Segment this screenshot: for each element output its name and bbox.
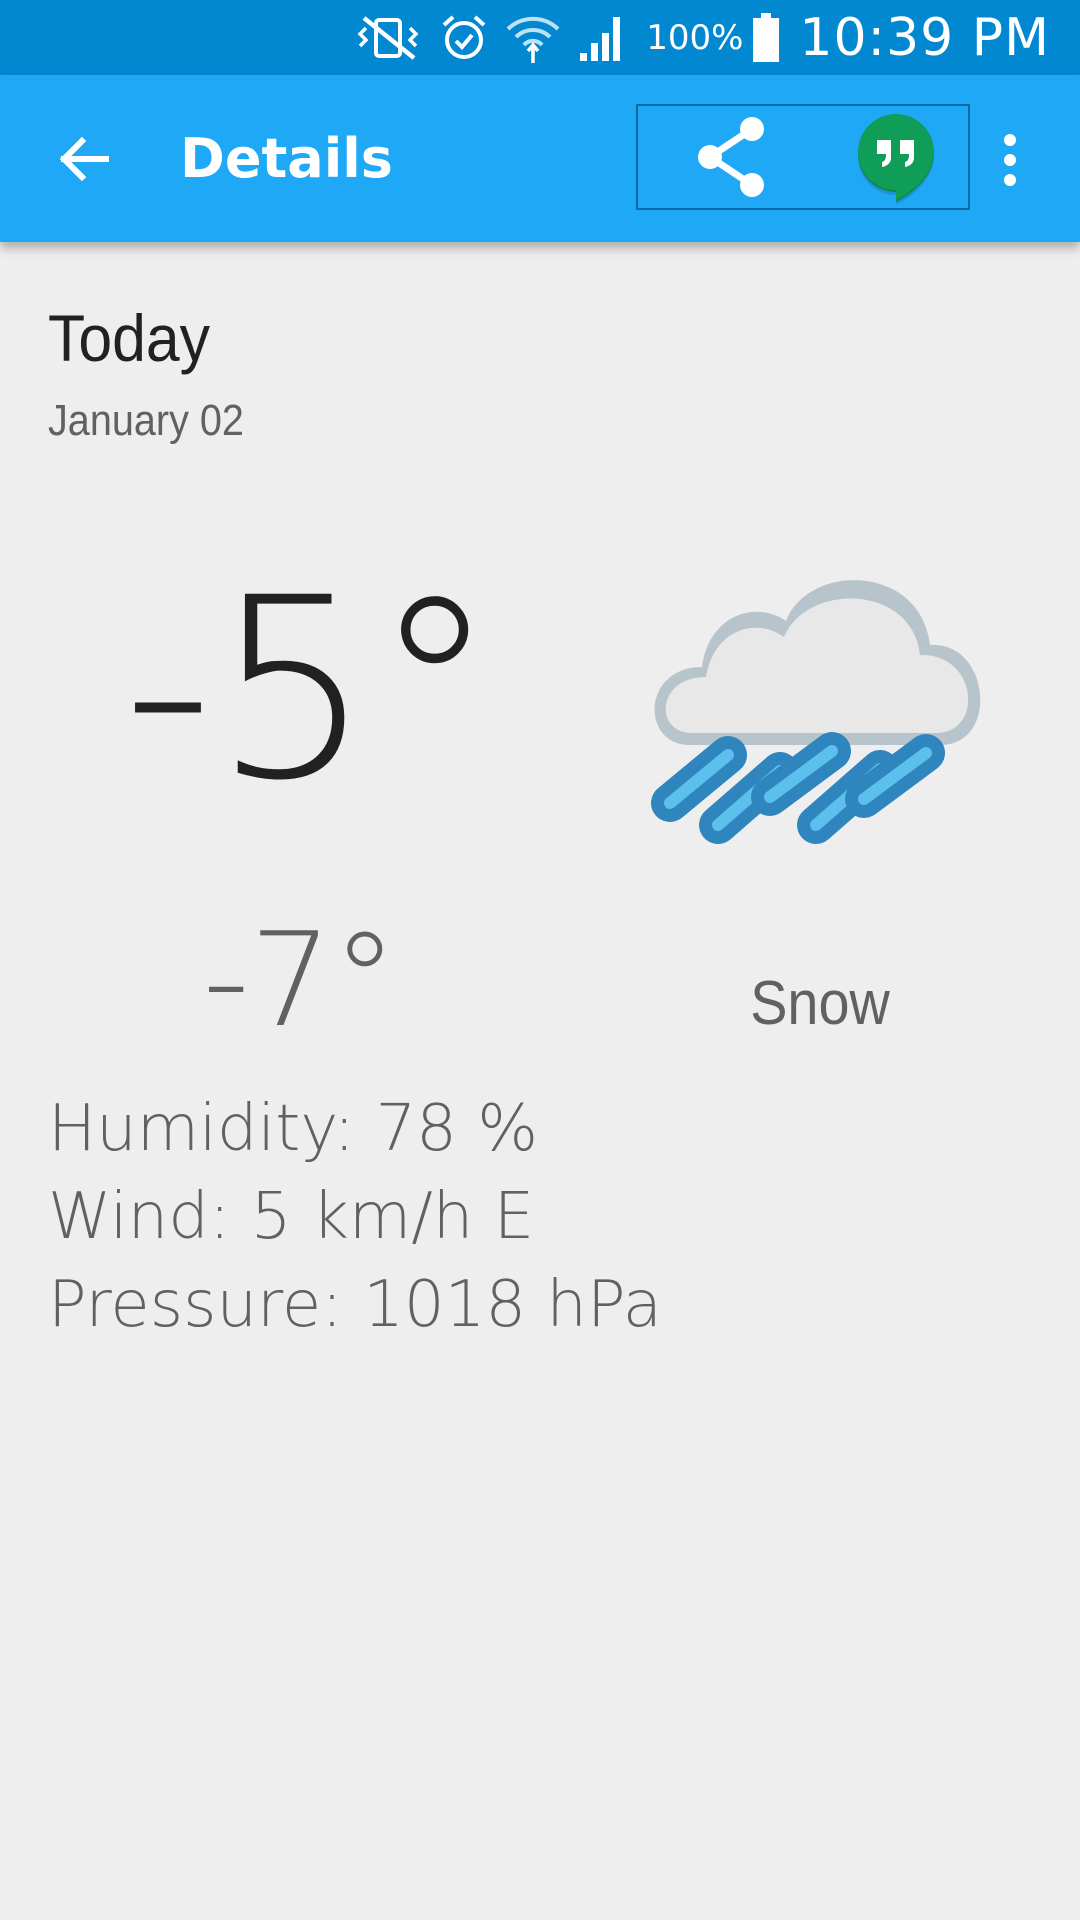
- battery-icon: [751, 12, 781, 63]
- low-temperature: -7°: [202, 904, 398, 1056]
- condition-label: Snow: [750, 969, 890, 1038]
- wifi-icon: [504, 11, 562, 65]
- alarm-icon: [440, 13, 488, 63]
- wind-text: Wind: 5 km/h E: [48, 1180, 535, 1254]
- status-clock: 10:39 PM: [799, 7, 1050, 68]
- status-icons: 100% 10:39 PM: [336, 0, 1050, 75]
- page-title: Details: [180, 127, 393, 190]
- high-temperature: -5°: [122, 544, 498, 835]
- overflow-menu-button[interactable]: [980, 110, 1040, 210]
- signal-icon: [578, 13, 628, 63]
- share-button[interactable]: [686, 111, 778, 203]
- snow-icon: [630, 555, 1010, 935]
- day-label: Today: [48, 301, 211, 375]
- arrow-left-icon: [59, 136, 109, 182]
- share-icon: [698, 117, 764, 197]
- pressure-text: Pressure: 1018 hPa: [48, 1268, 662, 1342]
- app-bar: Details: [0, 75, 1080, 242]
- battery-percent: 100%: [646, 17, 744, 58]
- status-bar: 100% 10:39 PM: [0, 0, 1080, 75]
- vibrate-off-icon: [352, 14, 424, 62]
- action-toolbar: [636, 104, 970, 210]
- date-label: January 02: [48, 396, 244, 445]
- weather-details: Humidity: 78 % Wind: 5 km/h E Pressure: …: [48, 1085, 662, 1349]
- humidity-text: Humidity: 78 %: [48, 1092, 539, 1166]
- hangouts-icon: [858, 114, 934, 204]
- hangouts-button[interactable]: [848, 110, 944, 206]
- more-vert-icon: [1004, 134, 1016, 186]
- back-button[interactable]: [38, 113, 130, 205]
